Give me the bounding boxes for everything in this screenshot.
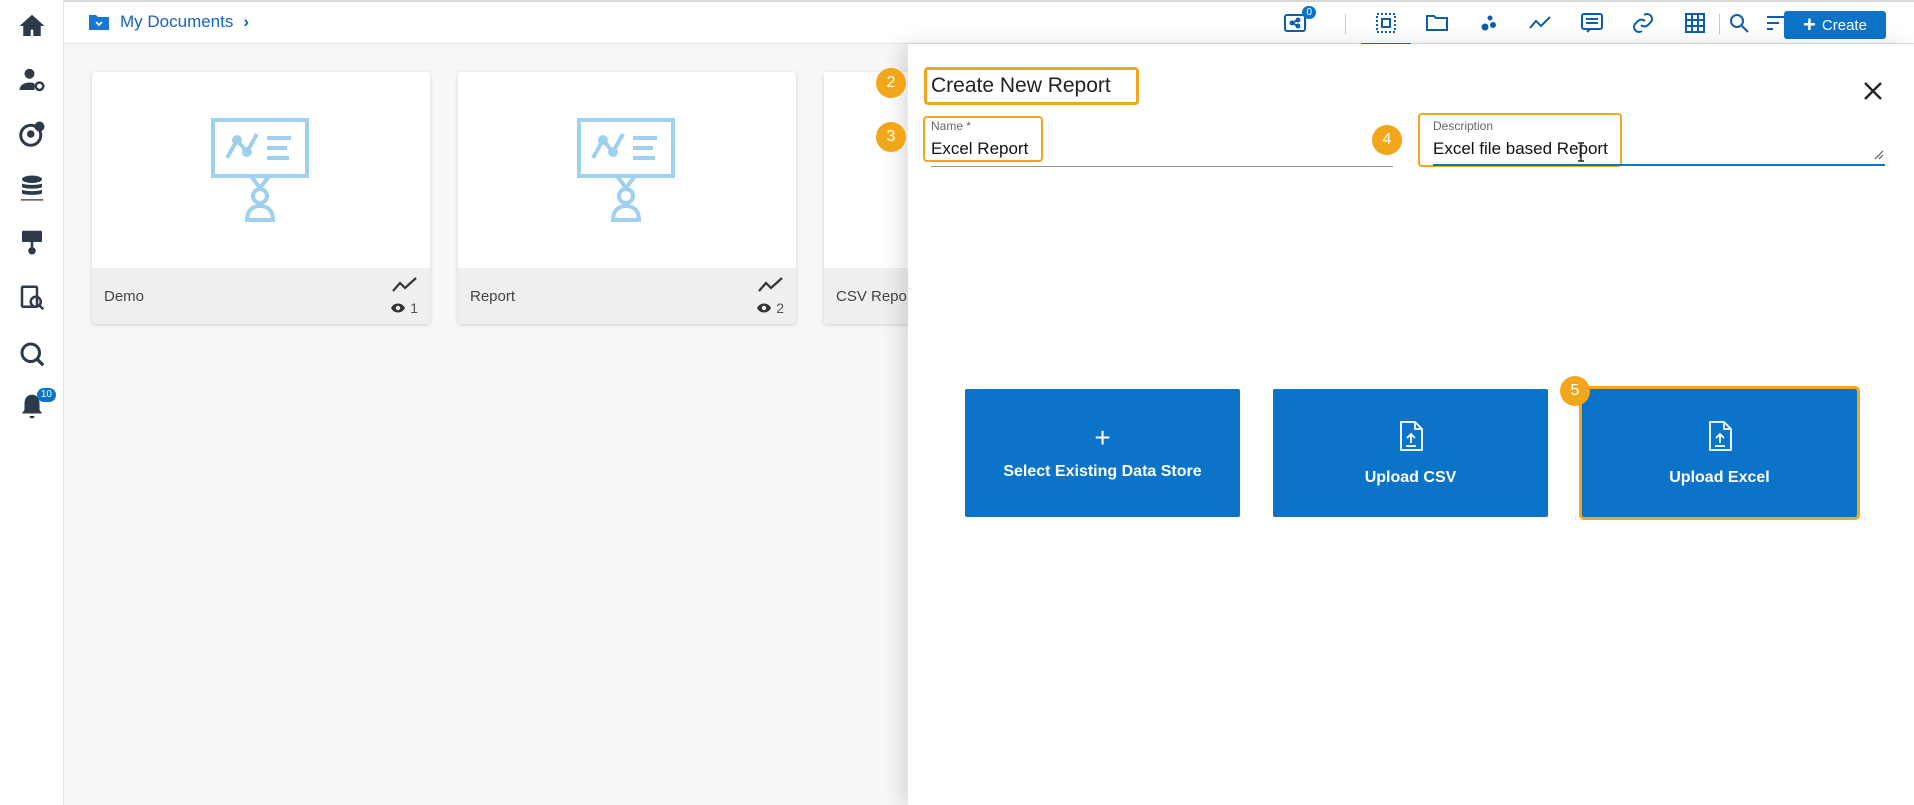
notification-count-badge: 10	[36, 388, 56, 402]
action-label: Upload Excel	[1669, 468, 1770, 486]
toolbar-divider	[1719, 14, 1720, 34]
card-title[interactable]: Demo	[104, 288, 144, 305]
search-icon[interactable]	[14, 336, 50, 372]
views-count: 2	[776, 300, 784, 316]
user-alert-icon[interactable]	[14, 116, 50, 152]
database-icon[interactable]	[14, 170, 50, 206]
report-thumbnail-icon	[458, 72, 796, 268]
user-settings-icon[interactable]	[14, 62, 50, 98]
create-button[interactable]: + Create	[1784, 11, 1886, 39]
card-footer: Demo 1	[92, 268, 430, 324]
action-label: Upload CSV	[1364, 468, 1457, 486]
views-counter: 1	[390, 300, 418, 316]
folder-icon	[89, 15, 109, 30]
trend-line-icon	[758, 277, 783, 292]
name-field[interactable]: Excel Report	[931, 139, 1028, 159]
folder-outline-icon[interactable]	[1422, 10, 1452, 36]
name-field-label: Name *	[931, 119, 972, 133]
left-rail: 10	[0, 0, 64, 805]
description-field-underline	[1433, 164, 1885, 166]
card-footer: Report 2	[458, 268, 796, 324]
eye-icon	[391, 303, 406, 313]
breadcrumb-label[interactable]: My Documents	[120, 12, 233, 32]
description-field-label: Description	[1433, 119, 1494, 133]
plus-icon: +	[1803, 12, 1816, 37]
share-count-badge: 0	[1302, 6, 1316, 19]
create-button-label: Create	[1821, 16, 1867, 34]
views-count: 1	[410, 300, 418, 316]
search-icon[interactable]	[1724, 10, 1754, 36]
report-card[interactable]: Report 2	[458, 72, 796, 324]
annotation-marker-5: 5	[1560, 376, 1590, 406]
bubbles-icon[interactable]	[1474, 10, 1504, 36]
text-cursor-icon	[1578, 142, 1584, 162]
select-all-icon[interactable]	[1361, 10, 1411, 46]
trend-line-icon[interactable]	[1525, 10, 1555, 36]
link-icon[interactable]	[1628, 10, 1658, 36]
comment-icon[interactable]	[1577, 10, 1607, 36]
file-upload-icon	[1705, 420, 1735, 457]
annotation-marker-2: 2	[876, 68, 906, 98]
card-title[interactable]: CSV Repo	[836, 288, 907, 305]
presentation-icon[interactable]	[14, 224, 50, 260]
annotation-marker-4: 4	[1372, 125, 1402, 155]
breadcrumb[interactable]: My Documents ›	[88, 12, 249, 32]
grid-icon[interactable]	[1680, 10, 1710, 36]
top-bar: My Documents › 0 + Create	[64, 0, 1914, 46]
close-icon[interactable]	[1862, 80, 1884, 102]
views-counter: 2	[756, 300, 784, 316]
plus-icon: +	[1094, 422, 1111, 453]
name-field-underline	[931, 166, 1393, 167]
resize-handle-icon[interactable]	[1872, 148, 1884, 160]
chevron-right-icon: ›	[243, 12, 250, 31]
card-title[interactable]: Report	[470, 288, 515, 305]
report-thumbnail-icon	[92, 72, 430, 268]
annotation-marker-3: 3	[876, 122, 906, 152]
select-existing-data-store-button[interactable]: + Select Existing Data Store	[965, 389, 1240, 517]
data-search-icon[interactable]	[14, 280, 50, 316]
home-icon[interactable]	[14, 8, 50, 44]
trend-line-icon	[392, 277, 417, 292]
file-upload-icon	[1396, 420, 1426, 457]
report-card[interactable]: Demo 1	[92, 72, 430, 324]
eye-icon	[757, 303, 772, 313]
upload-excel-button[interactable]: Upload Excel	[1579, 386, 1860, 520]
toolbar-divider	[1345, 14, 1346, 34]
app-root: 10 My Documents › 0 + Create Demo 1 Repo…	[0, 0, 1914, 805]
share-icon[interactable]: 0	[1280, 6, 1316, 36]
upload-csv-button[interactable]: Upload CSV	[1273, 389, 1548, 517]
action-label: Select Existing Data Store	[1003, 463, 1202, 480]
notification-bell-icon[interactable]: 10	[14, 388, 56, 424]
panel-title: Create New Report	[931, 74, 1111, 97]
